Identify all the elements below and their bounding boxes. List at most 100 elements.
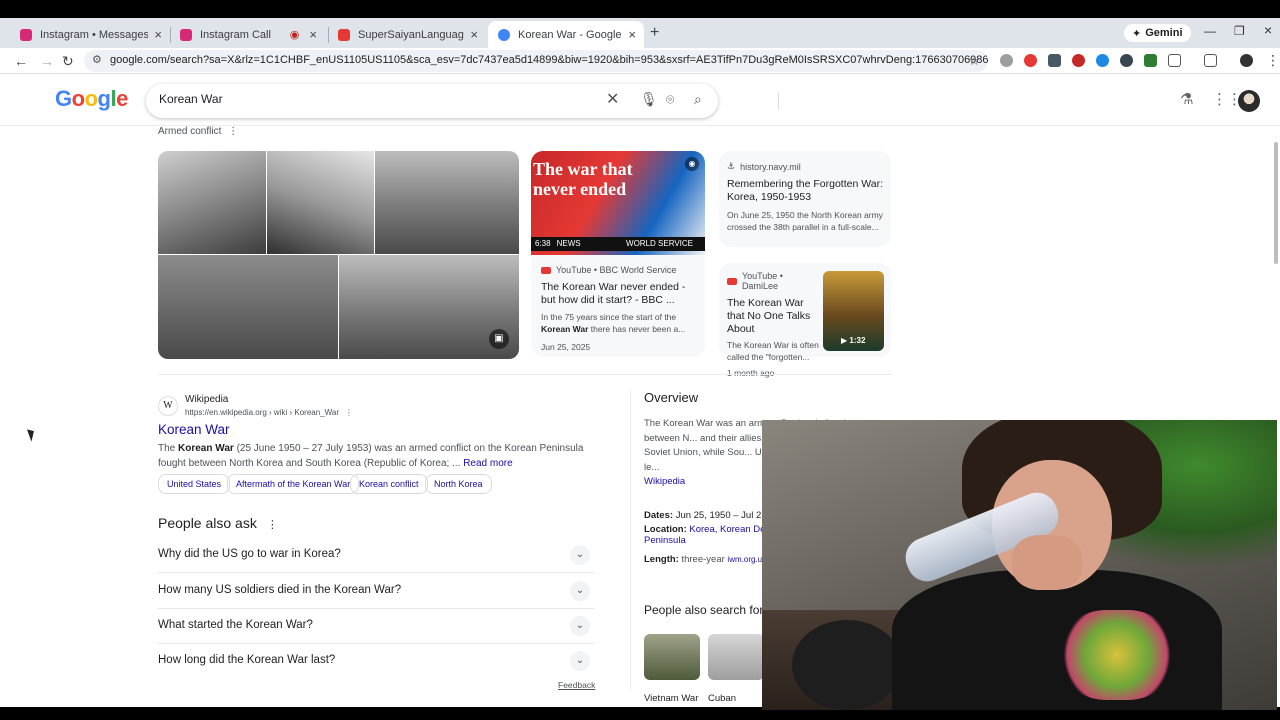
panel-divider (630, 390, 631, 690)
close-tab-icon[interactable]: × (309, 27, 317, 42)
mute-icon[interactable]: ◉ (685, 157, 699, 171)
video-thumbnail[interactable]: ▶ 1:32 (823, 271, 884, 351)
paa-question[interactable]: What started the Korean War? ⌄ (158, 609, 594, 644)
tab-title: Instagram Call (200, 28, 271, 41)
war-photo-tank[interactable]: ▣ (339, 255, 519, 359)
google-icon (498, 28, 510, 41)
knowledge-panel-title: Overview (644, 390, 699, 405)
chip-aftermath[interactable]: Aftermath of the Korean War (227, 474, 360, 494)
shield-icon[interactable] (1120, 54, 1133, 67)
feedback-link[interactable]: Feedback (558, 680, 595, 690)
close-tab-icon[interactable]: × (628, 27, 636, 42)
extension-icon[interactable] (1144, 54, 1157, 67)
puzzle-icon[interactable] (1168, 54, 1181, 67)
adblock-icon[interactable] (1024, 54, 1037, 67)
menu-dots-icon[interactable]: ⋮ (1266, 52, 1280, 69)
pinterest-icon[interactable] (1072, 54, 1085, 67)
war-photo-soldier-rifle[interactable] (158, 255, 338, 359)
chevron-down-icon[interactable]: ⌄ (570, 651, 590, 671)
page-scrollbar[interactable] (1274, 142, 1278, 264)
chip-united-states[interactable]: United States (158, 474, 231, 494)
tab-instagram-call[interactable]: Instagram Call ◉ × (170, 21, 325, 48)
card-snippet: On June 25, 1950 the North Korean army c… (727, 210, 883, 232)
thumbnail-banner: 6:38 NEWS WORLD SERVICE (531, 237, 705, 251)
video-card-bbc[interactable]: The war that never ended 6:38 NEWS WORLD… (531, 151, 705, 357)
tab-instagram-messages[interactable]: Instagram • Messages × (10, 21, 170, 48)
war-photo-soldiers[interactable] (375, 151, 519, 254)
labs-flask-icon[interactable]: ⚗ (1180, 90, 1193, 108)
close-window-icon[interactable]: × (1264, 22, 1272, 38)
extension-icon[interactable] (1000, 54, 1013, 67)
search-icon[interactable]: ⌕ (694, 91, 702, 108)
article-card-navy[interactable]: ⚓ history.navy.mil Remembering the Forgot… (719, 151, 891, 247)
forward-icon[interactable]: → (40, 53, 54, 69)
camera-search-icon[interactable]: ⌾ (666, 91, 674, 108)
cuban-label[interactable]: Cuban (708, 693, 736, 704)
paa-question[interactable]: How many US soldiers died in the Korean … (158, 574, 594, 609)
gemini-label: Gemini (1145, 27, 1183, 39)
paa-question[interactable]: How long did the Korean War last? ⌄ (158, 644, 594, 679)
chevron-down-icon[interactable]: ⌄ (570, 545, 590, 565)
youtube-icon (727, 277, 737, 285)
read-more-link[interactable]: Read more (463, 458, 512, 469)
extension-icon[interactable] (1048, 54, 1061, 67)
video-card-damilee[interactable]: YouTube • DamiLee The Korean War that No… (719, 263, 891, 378)
war-photo-tanks[interactable] (158, 151, 266, 254)
recording-icon: ◉ (289, 29, 300, 41)
youtube-icon (541, 266, 551, 274)
card-title[interactable]: The Korean War never ended - but how did… (541, 281, 697, 307)
dates-row: Dates: Jun 25, 1950 – Jul 27 (644, 510, 767, 521)
result-title-link[interactable]: Korean War (158, 422, 230, 437)
card-title[interactable]: Remembering the Forgotten War: Korea, 19… (727, 178, 885, 204)
more-options-icon[interactable]: ⋮ (345, 408, 353, 417)
restore-icon[interactable]: ❐ (1234, 24, 1245, 38)
close-tab-icon[interactable]: × (470, 27, 478, 42)
account-avatar[interactable] (1238, 90, 1260, 112)
video-thumbnail[interactable]: The war that never ended 6:38 NEWS WORLD… (531, 151, 705, 255)
clear-icon[interactable]: ✕ (606, 89, 619, 109)
url-text: google.com/search?sa=X&rlz=1C1CHBF_enUS1… (110, 54, 988, 66)
card-date: 1 month ago (727, 368, 775, 378)
wikipedia-link[interactable]: Wikipedia (644, 476, 685, 487)
card-snippet: The Korean War is often called the "forg… (727, 340, 819, 362)
paa-question[interactable]: Why did the US go to war in Korea? ⌄ (158, 538, 594, 573)
address-bar[interactable]: ⚙ google.com/search?sa=X&rlz=1C1CHBF_enU… (84, 50, 988, 72)
site-info-icon[interactable]: ⚙ (92, 53, 102, 66)
profile-avatar[interactable] (1240, 54, 1253, 67)
tab-title: Instagram • Messages (40, 28, 149, 41)
reload-icon[interactable]: ↻ (62, 53, 74, 70)
tab-google-search[interactable]: Korean War - Google Search × (488, 21, 644, 48)
chevron-down-icon[interactable]: ⌄ (570, 581, 590, 601)
person-hand (1012, 535, 1082, 590)
gemini-button[interactable]: ✦ Gemini (1124, 24, 1191, 42)
more-options-icon[interactable]: ⋮ (228, 126, 238, 137)
extension-icon[interactable] (1096, 54, 1109, 67)
search-input[interactable] (159, 92, 579, 106)
back-icon[interactable]: ← (14, 53, 28, 69)
search-box[interactable]: ✕ 🎙 ⌾ ⌕ (146, 84, 779, 118)
gallery-icon[interactable]: ▣ (489, 329, 509, 349)
more-options-icon[interactable]: ⋮ (267, 519, 278, 531)
google-logo[interactable]: Google (55, 86, 128, 112)
chevron-down-icon[interactable]: ⌄ (570, 616, 590, 636)
instagram-icon (20, 28, 32, 41)
video-duration: ▶ 1:32 (841, 336, 866, 345)
war-photo-refugees[interactable] (267, 151, 374, 254)
minimize-icon[interactable]: — (1204, 24, 1216, 38)
chip-north-korea[interactable]: North Korea (425, 474, 492, 494)
bookmark-star-icon[interactable]: ☆ (968, 53, 980, 69)
cuban-thumb[interactable] (708, 634, 764, 680)
new-tab-button[interactable]: + (650, 24, 659, 42)
length-row: Length: three-year iwm.org.uk (644, 554, 767, 565)
sparkle-icon: ✦ (1132, 27, 1142, 40)
vietnam-war-thumb[interactable] (644, 634, 700, 680)
microphone-icon[interactable]: 🎙 (640, 91, 658, 108)
vietnam-war-label[interactable]: Vietnam War (644, 693, 698, 704)
tab-youtube[interactable]: SuperSaiyanLanguage - YouTube × (328, 21, 486, 48)
thumbnail-title: The war that never ended (533, 159, 633, 199)
side-panel-icon[interactable] (1204, 54, 1217, 67)
card-title[interactable]: The Korean War that No One Talks About (727, 297, 821, 336)
chip-korean-conflict[interactable]: Korean conflict (350, 474, 428, 494)
close-tab-icon[interactable]: × (154, 27, 162, 42)
tab-title: Korean War - Google Search (518, 28, 622, 41)
